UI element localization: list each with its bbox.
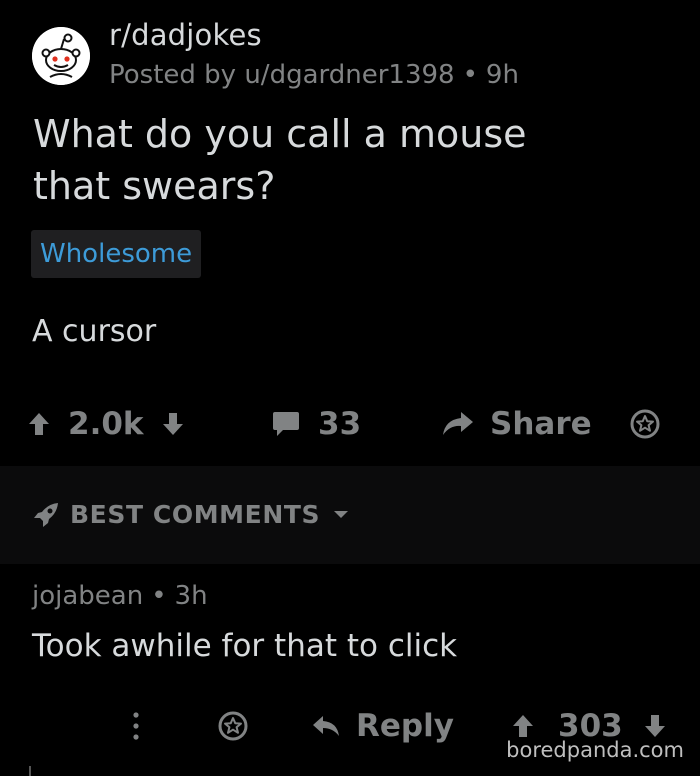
post-flair[interactable]: Wholesome <box>31 230 202 278</box>
thread-indent-line <box>29 766 31 776</box>
watermark: boredpanda.com <box>506 738 684 762</box>
snoo-icon <box>32 27 90 85</box>
separator-dot: • <box>462 60 478 90</box>
post-actions-bar: 2.0k 33 Share <box>0 398 700 450</box>
reply-button[interactable]: Reply <box>312 700 454 752</box>
upvote-button[interactable] <box>28 398 50 450</box>
award-icon <box>218 711 248 741</box>
reply-arrow-icon <box>313 716 339 736</box>
comment-more-button[interactable] <box>132 700 140 752</box>
post-vote-count: 2.0k <box>68 406 144 442</box>
comments-button[interactable]: 33 <box>272 398 361 450</box>
comment-sort-bar: BEST COMMENTS <box>0 466 700 564</box>
comment-award-button[interactable] <box>218 700 248 752</box>
up-arrow-icon <box>513 715 533 737</box>
subreddit-name[interactable]: r/dadjokes <box>109 18 262 52</box>
post-title-line-2: that swears? <box>33 164 276 208</box>
post-title[interactable]: What do you call a mouse that swears? <box>33 108 673 212</box>
award-icon <box>630 409 660 439</box>
share-arrow-icon <box>443 412 473 435</box>
post-title-line-1: What do you call a mouse <box>33 112 527 156</box>
post-age: 9h <box>485 60 519 90</box>
award-button[interactable] <box>630 398 660 450</box>
comment-age: 3h <box>174 581 208 611</box>
down-arrow-icon <box>645 715 665 737</box>
reply-label: Reply <box>356 708 454 744</box>
post-body: A cursor <box>32 314 157 349</box>
comment-author[interactable]: jojabean <box>32 581 143 611</box>
down-arrow-icon <box>163 413 183 435</box>
share-button[interactable]: Share <box>442 398 592 450</box>
comment-body: Took awhile for that to click <box>32 628 458 664</box>
post-card: r/dadjokes Posted by u/dgardner1398 • 9h W… <box>0 0 700 466</box>
rocket-icon <box>34 502 58 527</box>
subreddit-avatar[interactable] <box>32 27 90 85</box>
comment-bubble-icon <box>273 412 299 436</box>
caret-down-icon <box>334 510 349 518</box>
posted-by-label: Posted by <box>109 60 237 90</box>
comment-sort-label: BEST COMMENTS <box>70 500 321 529</box>
downvote-button[interactable] <box>162 398 184 450</box>
share-label: Share <box>490 406 592 442</box>
comment-meta: jojabean • 3h <box>32 581 208 611</box>
more-vertical-icon <box>133 712 139 740</box>
post-meta: Posted by u/dgardner1398 • 9h <box>109 60 519 90</box>
up-arrow-icon <box>29 413 49 435</box>
comment-sort-button[interactable]: BEST COMMENTS <box>32 500 350 529</box>
comments-count: 33 <box>318 406 362 442</box>
separator-dot: • <box>151 581 167 611</box>
post-author[interactable]: u/dgardner1398 <box>244 60 454 90</box>
